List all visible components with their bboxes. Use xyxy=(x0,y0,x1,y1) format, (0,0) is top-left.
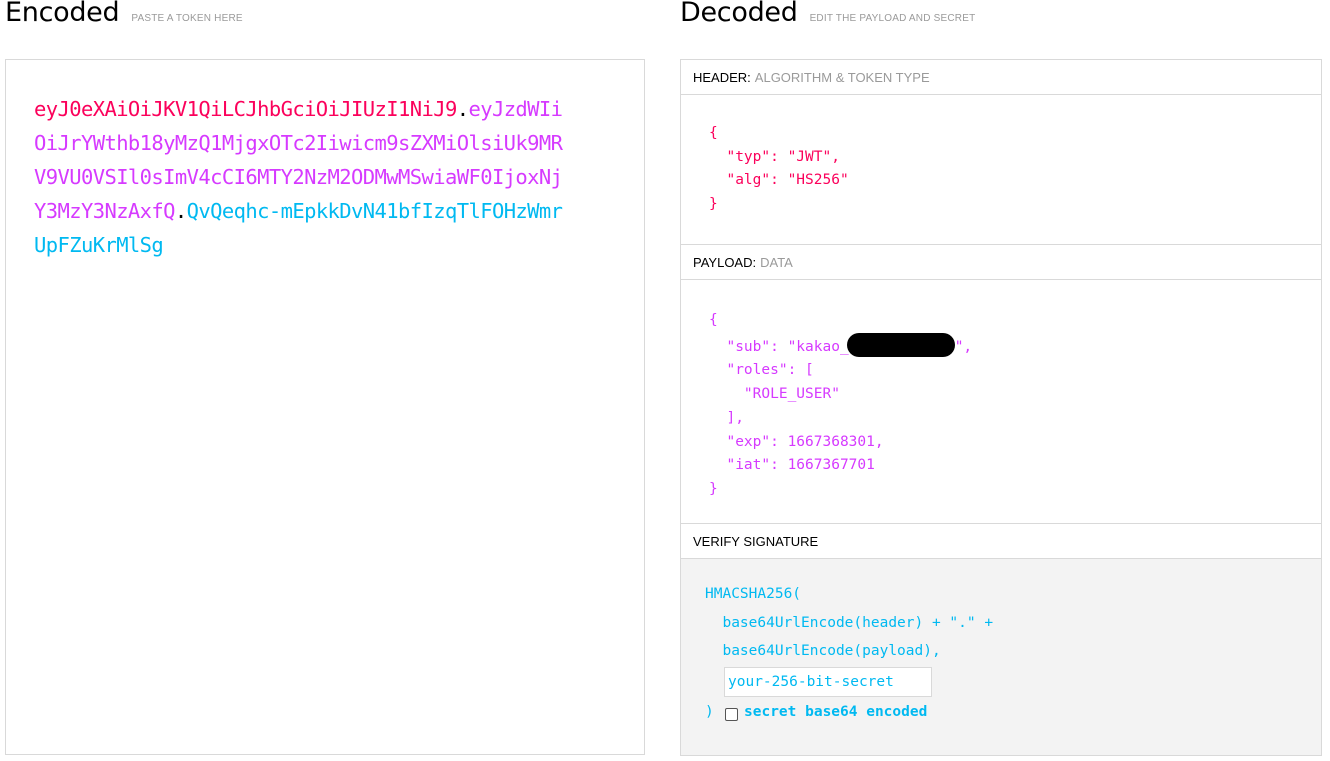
json-line: "iat": 1667367701 xyxy=(709,457,875,474)
json-line: } xyxy=(709,480,718,497)
token-header-part: eyJ0eXAiOiJKV1QiLCJhbGciOiJIUzI1NiJ9 xyxy=(34,97,457,121)
json-line: "exp": 1667368301, xyxy=(709,433,884,450)
hmac-payload-line: base64UrlEncode(payload), xyxy=(705,643,941,659)
payload-json[interactable]: { "sub": "kakao_ ", "roles": [ "ROLE_USER… xyxy=(709,309,972,502)
decoded-title: Decoded xyxy=(680,0,798,28)
secret-base64-label[interactable]: secret base64 encoded xyxy=(744,704,927,720)
encoded-title-row: Encoded PASTE A TOKEN HERE xyxy=(5,0,243,28)
encoded-token-editor[interactable]: eyJ0eXAiOiJKV1QiLCJhbGciOiJIUzI1NiJ9.eyJ… xyxy=(5,59,645,755)
header-section-heading: HEADER: ALGORITHM & TOKEN TYPE xyxy=(681,60,1321,95)
json-sub-prefix: "sub": "kakao_ xyxy=(709,338,849,355)
hmac-header-line: base64UrlEncode(header) + "." + xyxy=(705,615,994,631)
payload-section-label: PAYLOAD: xyxy=(693,255,757,270)
token-dot: . xyxy=(174,199,187,223)
decoded-subtitle: EDIT THE PAYLOAD AND SECRET xyxy=(809,13,976,24)
verify-section-heading: VERIFY SIGNATURE xyxy=(681,524,1321,559)
encoded-subtitle: PASTE A TOKEN HERE xyxy=(131,13,243,24)
json-line: ], xyxy=(709,409,744,426)
payload-section-sub: DATA xyxy=(760,255,793,270)
hmac-function-line: HMACSHA256( xyxy=(705,586,802,602)
token-dot: . xyxy=(456,97,469,121)
hmac-close-paren: ) xyxy=(705,704,714,720)
secret-input[interactable] xyxy=(724,667,932,697)
encoded-token[interactable]: eyJ0eXAiOiJKV1QiLCJhbGciOiJIUzI1NiJ9.eyJ… xyxy=(34,92,574,262)
json-line-sub: "sub": "kakao_ ", xyxy=(709,332,973,360)
json-line: } xyxy=(709,196,718,213)
verify-section-label: VERIFY SIGNATURE xyxy=(693,534,819,549)
decoded-panel: HEADER: ALGORITHM & TOKEN TYPE { "typ": "… xyxy=(680,59,1322,756)
header-section-sub: ALGORITHM & TOKEN TYPE xyxy=(754,70,930,85)
json-line: "alg": "HS256" xyxy=(709,172,849,189)
json-line: { xyxy=(709,312,718,328)
header-section-label: HEADER: xyxy=(693,70,751,85)
encoded-title: Encoded xyxy=(5,0,120,28)
json-sub-suffix: ", xyxy=(954,338,973,355)
decoded-title-row: Decoded EDIT THE PAYLOAD AND SECRET xyxy=(680,0,975,28)
payload-json-editor[interactable]: { "sub": "kakao_ ", "roles": [ "ROLE_USER… xyxy=(681,280,1321,524)
secret-base64-checkbox[interactable] xyxy=(725,708,738,721)
payload-section-heading: PAYLOAD: DATA xyxy=(681,245,1321,280)
json-line: "roles": [ xyxy=(709,362,814,379)
header-json[interactable]: { "typ": "JWT", "alg": "HS256"} xyxy=(709,122,849,217)
redaction-mark xyxy=(846,332,955,357)
json-line: "ROLE_USER" xyxy=(709,386,840,403)
json-line: "typ": "JWT", xyxy=(709,148,840,165)
verify-signature-panel: HMACSHA256( base64UrlEncode(header) + ".… xyxy=(681,559,1321,755)
json-line: { xyxy=(709,125,718,141)
header-json-editor[interactable]: { "typ": "JWT", "alg": "HS256"} xyxy=(681,95,1321,245)
